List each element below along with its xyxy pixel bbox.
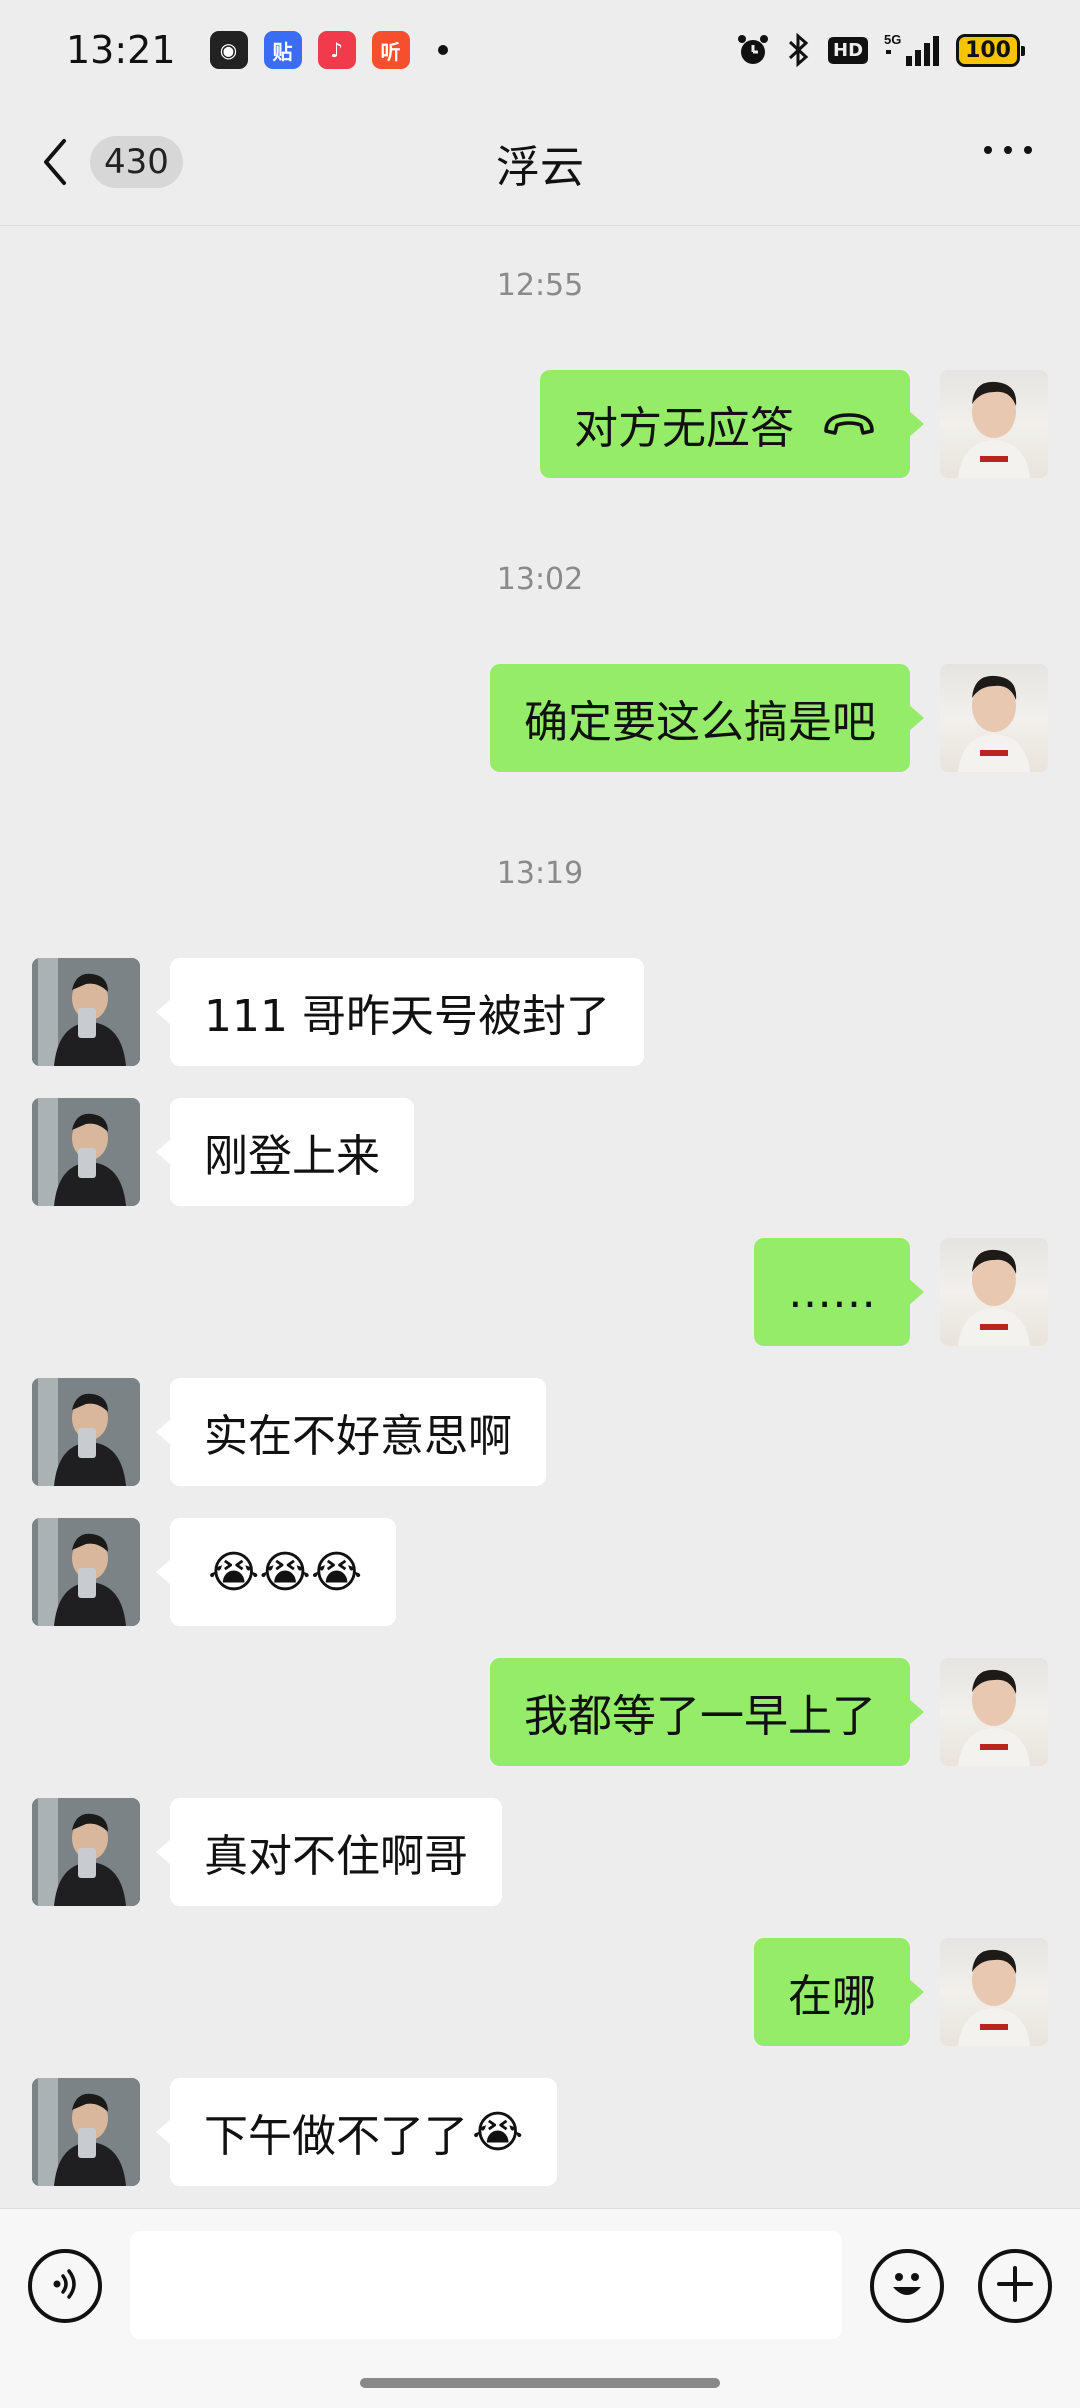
contact-avatar[interactable]: [32, 1518, 140, 1626]
voice-icon: [45, 2264, 85, 2308]
timestamp: 13:19: [496, 856, 584, 891]
crying-laughing-emoji: 😭😭😭: [208, 1546, 363, 1598]
chat-header: 430 浮云: [0, 100, 1080, 226]
more-functions-button[interactable]: [978, 2249, 1052, 2323]
listen-app-icon: 听: [371, 31, 410, 69]
chat-title: 浮云: [496, 141, 584, 193]
alarm-icon: [736, 33, 770, 67]
my-avatar[interactable]: [940, 1658, 1048, 1766]
my-avatar[interactable]: [940, 1938, 1048, 2046]
my-avatar[interactable]: [940, 370, 1048, 478]
signal-icon: 5G: [884, 32, 940, 68]
home-indicator[interactable]: [360, 2378, 720, 2388]
phone-hangup-icon: [822, 411, 876, 437]
message-row-outgoing: 在哪: [0, 1938, 1080, 2046]
emoji-message-bubble[interactable]: 😭😭😭: [155, 1518, 397, 1626]
status-time: 13:21: [66, 28, 176, 72]
my-avatar[interactable]: [940, 664, 1048, 772]
message-bubble[interactable]: 实在不好意思啊: [156, 1378, 546, 1486]
chevron-left-icon: [40, 132, 80, 192]
battery-indicator: 100: [956, 33, 1025, 67]
message-row-incoming: 实在不好意思啊: [0, 1378, 1080, 1486]
message-bubble[interactable]: ……: [754, 1238, 924, 1346]
message-row-outgoing: 我都等了一早上了: [0, 1658, 1080, 1766]
voice-input-button[interactable]: [28, 2249, 102, 2323]
status-bar: 13:21 ◉ 贴 ♪ 听 HD 5G 100: [0, 0, 1080, 100]
message-bubble[interactable]: 确定要这么搞是吧: [490, 664, 924, 772]
game-app-icon: ◉: [209, 31, 248, 69]
hd-badge: HD: [828, 36, 869, 64]
smiley-icon: [882, 2259, 932, 2313]
message-row-incoming: 111 哥昨天号被封了: [0, 958, 1080, 1066]
message-list[interactable]: 12:55 对方无应答 13:02 确定要这么搞是吧 13:19 111 哥昨天…: [0, 226, 1080, 2208]
message-bubble[interactable]: 下午做不了了 😭: [155, 2078, 558, 2186]
message-bubble[interactable]: 刚登上来: [156, 1098, 414, 1206]
music-app-icon: ♪: [317, 31, 356, 69]
timestamp: 13:02: [496, 562, 584, 597]
message-input[interactable]: [130, 2231, 842, 2339]
timestamp: 12:55: [496, 268, 584, 303]
svg-text:5G: 5G: [884, 32, 901, 47]
crying-laughing-emoji: 😭: [472, 2106, 524, 2158]
contact-avatar[interactable]: [32, 1098, 140, 1206]
message-row-incoming: 😭😭😭: [0, 1518, 1080, 1626]
more-options-icon[interactable]: [984, 146, 1032, 154]
emoji-button[interactable]: [870, 2249, 944, 2323]
back-button[interactable]: 430: [40, 132, 183, 192]
contact-avatar[interactable]: [32, 1798, 140, 1906]
notification-dot: [437, 45, 448, 55]
message-bubble[interactable]: 在哪: [754, 1938, 924, 2046]
contact-avatar[interactable]: [32, 958, 140, 1066]
my-avatar[interactable]: [940, 1238, 1048, 1346]
contact-avatar[interactable]: [32, 1378, 140, 1486]
message-row-outgoing: 对方无应答: [0, 370, 1080, 478]
message-row-outgoing: ……: [0, 1238, 1080, 1346]
message-text: 下午做不了了: [204, 2111, 468, 2162]
plus-icon: [993, 2262, 1037, 2310]
message-bubble[interactable]: 我都等了一早上了: [490, 1658, 924, 1766]
message-bubble[interactable]: 111 哥昨天号被封了: [156, 958, 644, 1066]
message-row-outgoing: 确定要这么搞是吧: [0, 664, 1080, 772]
message-row-incoming: 下午做不了了 😭: [0, 2078, 1080, 2186]
call-record-bubble[interactable]: 对方无应答: [540, 370, 924, 478]
bluetooth-icon: [786, 32, 812, 68]
message-text: 对方无应答: [574, 403, 794, 454]
unread-count-badge: 430: [90, 136, 183, 188]
message-bubble[interactable]: 真对不住啊哥: [156, 1798, 502, 1906]
message-row-incoming: 真对不住啊哥: [0, 1798, 1080, 1906]
contact-avatar[interactable]: [32, 2078, 140, 2186]
message-row-incoming: 刚登上来: [0, 1098, 1080, 1206]
tieba-app-icon: 贴: [263, 31, 302, 69]
